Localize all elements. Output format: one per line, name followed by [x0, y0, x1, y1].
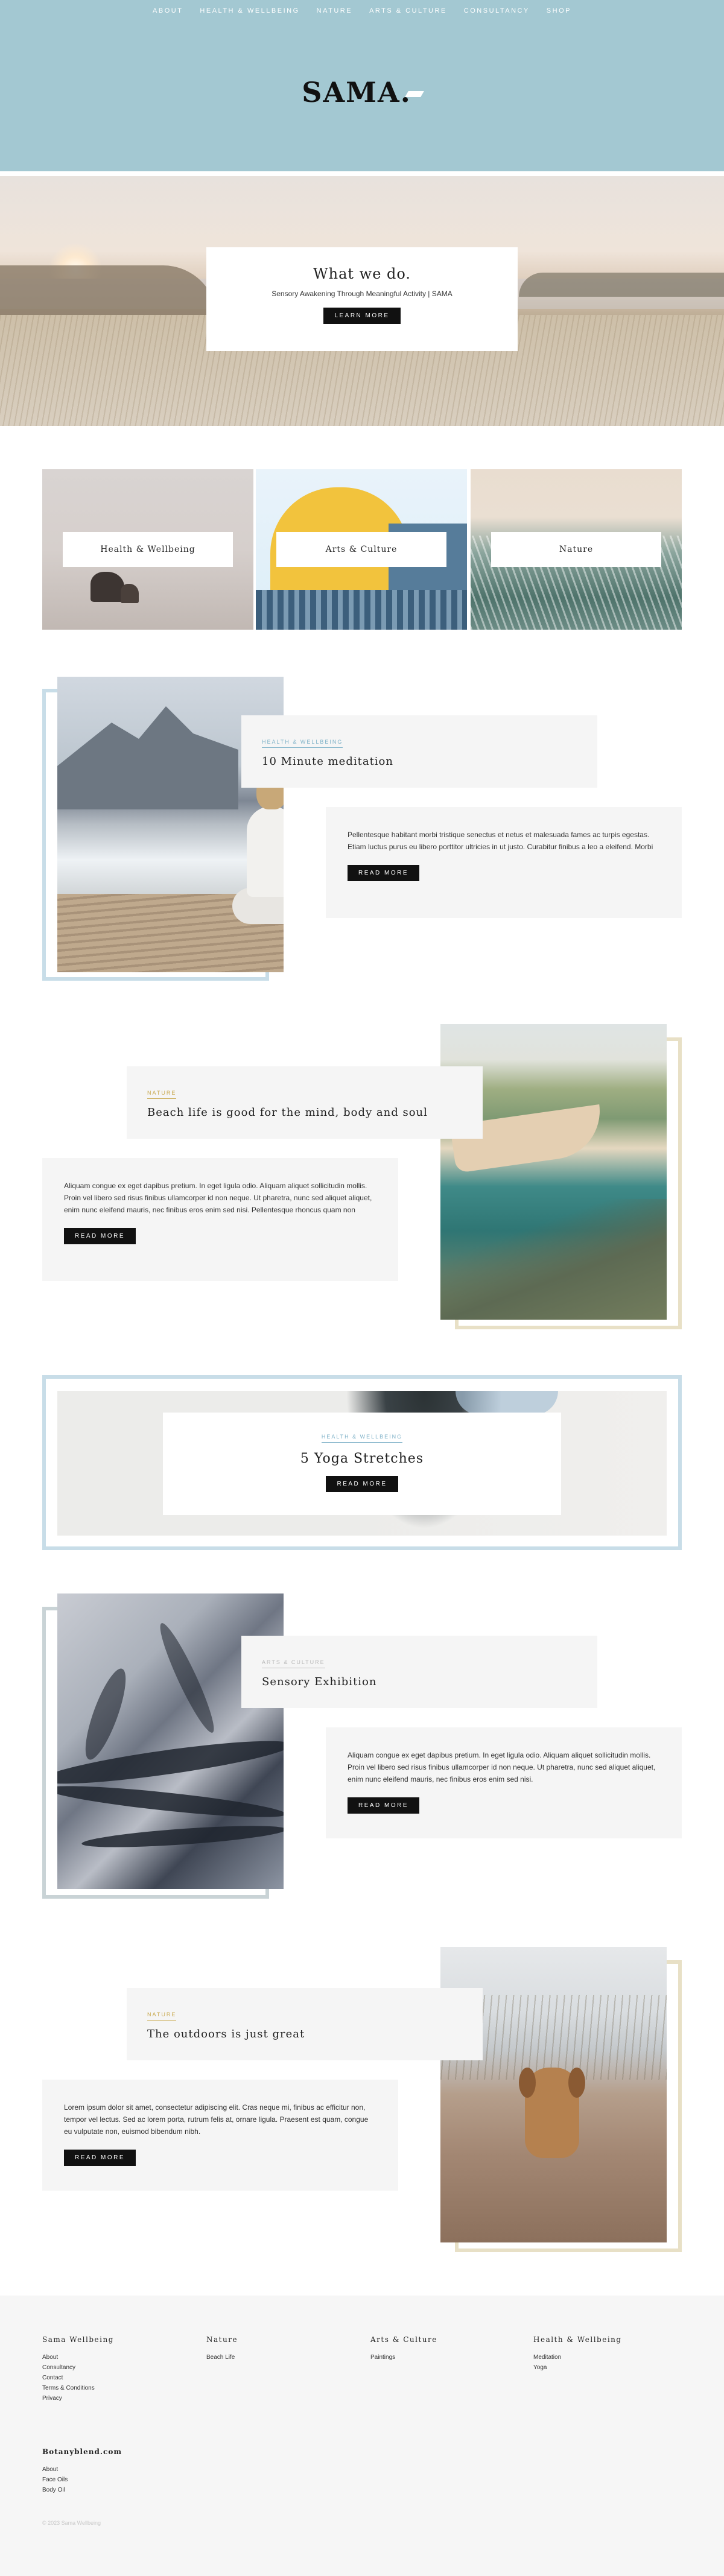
article-tag[interactable]: Arts & Culture [262, 1659, 325, 1668]
footer-column-nature: Nature Beach Life [206, 2335, 351, 2362]
hero-title: What we do. [313, 265, 411, 282]
article-title[interactable]: 10 Minute meditation [262, 755, 576, 768]
footer-brand-link-face-oils[interactable]: Face Oils [42, 2475, 122, 2485]
article-tag[interactable]: Health & Wellbeing [321, 1434, 403, 1443]
site-logo[interactable]: SAMA. [0, 76, 724, 109]
nav-nature[interactable]: Nature [317, 7, 352, 14]
article-body-panel: Aliquam congue ex eget dapibus pretium. … [326, 1727, 682, 1838]
footer-link-terms[interactable]: Terms & Conditions [42, 2383, 187, 2393]
article-title-panel: Health & Wellbeing 10 Minute meditation [241, 715, 597, 788]
category-tile-nature[interactable]: Nature [471, 469, 682, 630]
read-more-button[interactable]: Read More [348, 1797, 420, 1814]
footer-heading: Arts & Culture [370, 2335, 437, 2344]
main-nav: About Health & Wellbeing Nature Arts & C… [0, 7, 724, 14]
yoga-stretches-card: Health & Wellbeing 5 Yoga Stretches Read… [163, 1413, 561, 1515]
footer-link-privacy[interactable]: Privacy [42, 2393, 187, 2404]
footer-link-about[interactable]: About [42, 2352, 187, 2362]
copyright: © 2023 Sama Wellbeing [42, 2520, 101, 2526]
footer-heading: Health & Wellbeing [533, 2335, 622, 2344]
footer-column-sama: Sama Wellbeing About Consultancy Contact… [42, 2335, 187, 2404]
learn-more-button[interactable]: Learn More [323, 308, 401, 324]
category-tile-health-wellbeing[interactable]: Health & Wellbeing [42, 469, 253, 630]
footer-link-contact[interactable]: Contact [42, 2373, 187, 2383]
header-divider [0, 171, 724, 174]
footer-column-arts: Arts & Culture Paintings [370, 2335, 515, 2362]
footer-heading: Sama Wellbeing [42, 2335, 114, 2344]
footer-link-paintings[interactable]: Paintings [370, 2352, 515, 2362]
article-excerpt: Aliquam congue ex eget dapibus pretium. … [64, 1182, 372, 1214]
footer-column-health: Health & Wellbeing Meditation Yoga [533, 2335, 678, 2373]
article-body-panel: Aliquam congue ex eget dapibus pretium. … [42, 1158, 398, 1281]
article-body-panel: Lorem ipsum dolor sit amet, consectetur … [42, 2080, 398, 2191]
article-title-panel: Nature Beach life is good for the mind, … [127, 1066, 483, 1139]
footer-brand-link-about[interactable]: About [42, 2464, 122, 2475]
footer-heading: Nature [206, 2335, 238, 2344]
article-tag[interactable]: Nature [147, 2011, 177, 2021]
nav-consultancy[interactable]: Consultancy [464, 7, 530, 14]
category-label: Nature [491, 532, 661, 567]
footer-brand-title[interactable]: Botanyblend.com [42, 2448, 122, 2456]
article-excerpt: Pellentesque habitant morbi tristique se… [348, 831, 653, 851]
footer-link-beach-life[interactable]: Beach Life [206, 2352, 351, 2362]
footer-link-meditation[interactable]: Meditation [533, 2352, 678, 2362]
read-more-button[interactable]: Read More [64, 1228, 136, 1244]
nav-health-wellbeing[interactable]: Health & Wellbeing [200, 7, 299, 14]
hero-subtitle: Sensory Awakening Through Meaningful Act… [272, 290, 453, 298]
nav-shop[interactable]: Shop [547, 7, 571, 14]
nav-about[interactable]: About [153, 7, 183, 14]
site-header: About Health & Wellbeing Nature Arts & C… [0, 0, 724, 171]
footer-link-consultancy[interactable]: Consultancy [42, 2362, 187, 2373]
article-body-panel: Pellentesque habitant morbi tristique se… [326, 807, 682, 918]
footer-link-yoga[interactable]: Yoga [533, 2362, 678, 2373]
article-tag[interactable]: Nature [147, 1090, 177, 1099]
read-more-button[interactable]: Read More [64, 2150, 136, 2166]
article-excerpt: Aliquam congue ex eget dapibus pretium. … [348, 1751, 656, 1783]
article-title[interactable]: Sensory Exhibition [262, 1676, 576, 1688]
article-title-panel: Nature The outdoors is just great [127, 1988, 483, 2060]
nav-arts-culture[interactable]: Arts & Culture [369, 7, 447, 14]
footer-brand: Botanyblend.com About Face Oils Body Oil [42, 2448, 122, 2495]
article-title[interactable]: 5 Yoga Stretches [163, 1451, 561, 1466]
hero-card: What we do. Sensory Awakening Through Me… [206, 247, 518, 351]
read-more-button[interactable]: Read More [348, 865, 420, 881]
category-tile-arts-culture[interactable]: Arts & Culture [256, 469, 467, 630]
article-tag[interactable]: Health & Wellbeing [262, 739, 343, 748]
category-label: Health & Wellbeing [63, 532, 233, 567]
article-title-panel: Arts & Culture Sensory Exhibition [241, 1636, 597, 1708]
article-excerpt: Lorem ipsum dolor sit amet, consectetur … [64, 2103, 369, 2136]
read-more-button[interactable]: Read More [326, 1476, 398, 1492]
footer-brand-link-body-oil[interactable]: Body Oil [42, 2485, 122, 2495]
article-title[interactable]: The outdoors is just great [147, 2028, 461, 2040]
article-title[interactable]: Beach life is good for the mind, body an… [147, 1106, 461, 1119]
category-label: Arts & Culture [276, 532, 446, 567]
